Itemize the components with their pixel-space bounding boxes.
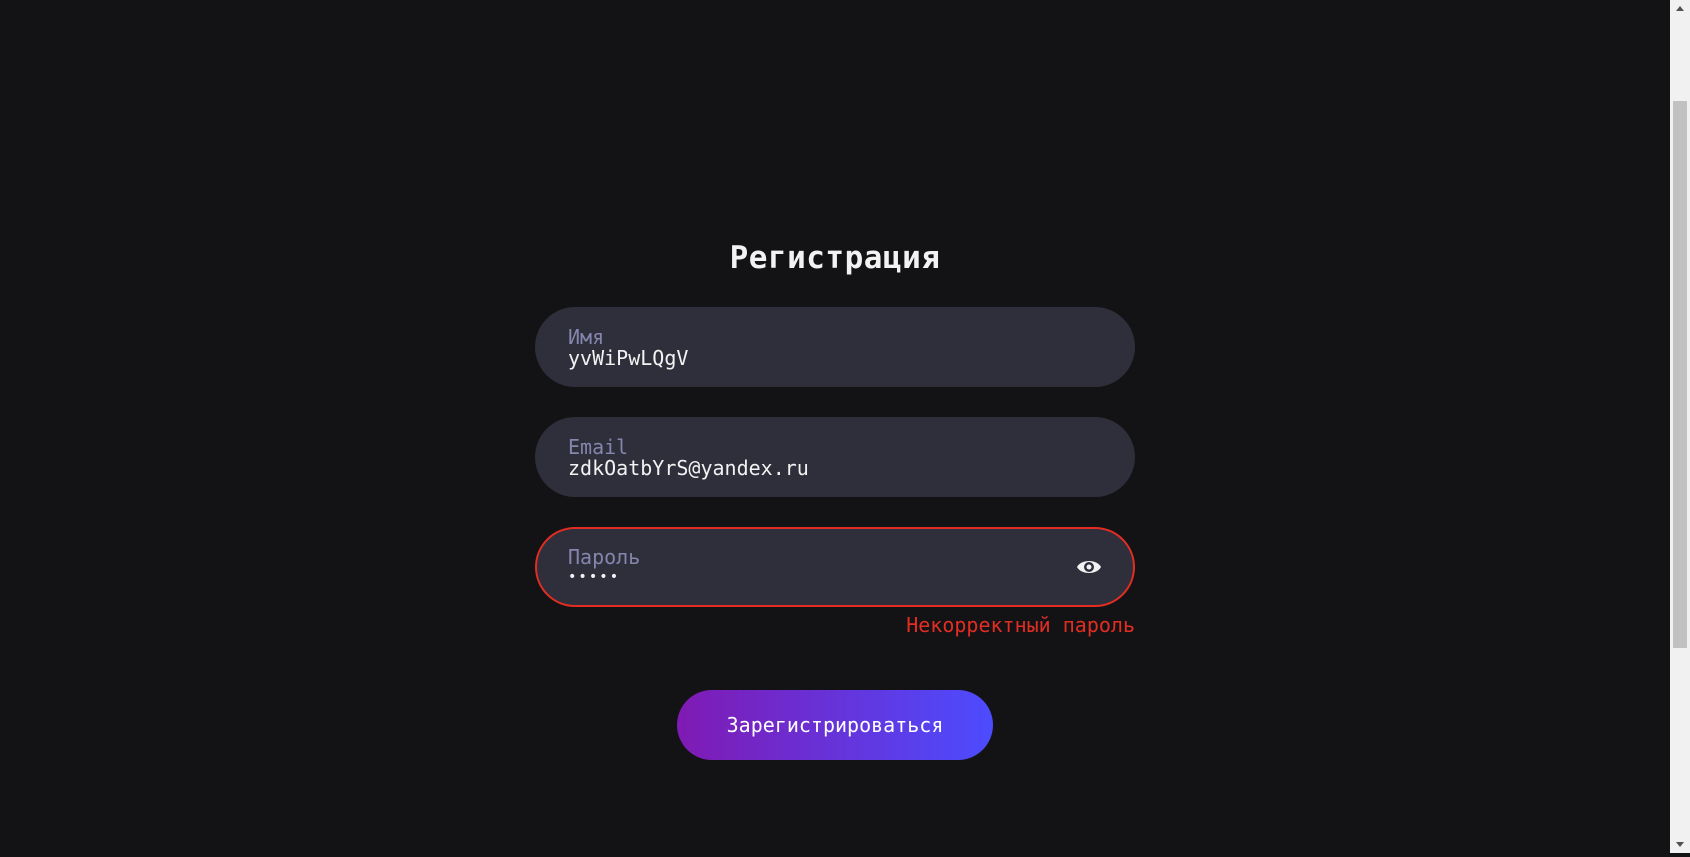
- page-title: Регистрация: [729, 240, 941, 276]
- email-field[interactable]: Email: [535, 417, 1135, 497]
- password-field[interactable]: Пароль •••••: [535, 527, 1135, 607]
- register-button[interactable]: Зарегистрироваться: [677, 690, 993, 760]
- scroll-down-arrow-icon[interactable]: [1670, 836, 1690, 853]
- password-input[interactable]: •••••: [568, 569, 620, 585]
- vertical-scrollbar[interactable]: [1670, 0, 1690, 853]
- scrollbar-thumb[interactable]: [1673, 101, 1687, 648]
- registration-page: Регистрация Имя Email Пароль ••••• Некор…: [0, 0, 1670, 853]
- password-error-message: Некорректный пароль: [906, 613, 1135, 637]
- password-field-label: Пароль: [568, 545, 641, 569]
- eye-icon[interactable]: [1076, 556, 1102, 578]
- name-field[interactable]: Имя: [535, 307, 1135, 387]
- scroll-up-arrow-icon[interactable]: [1670, 0, 1690, 17]
- email-input[interactable]: [568, 456, 1048, 480]
- name-input[interactable]: [568, 346, 1048, 370]
